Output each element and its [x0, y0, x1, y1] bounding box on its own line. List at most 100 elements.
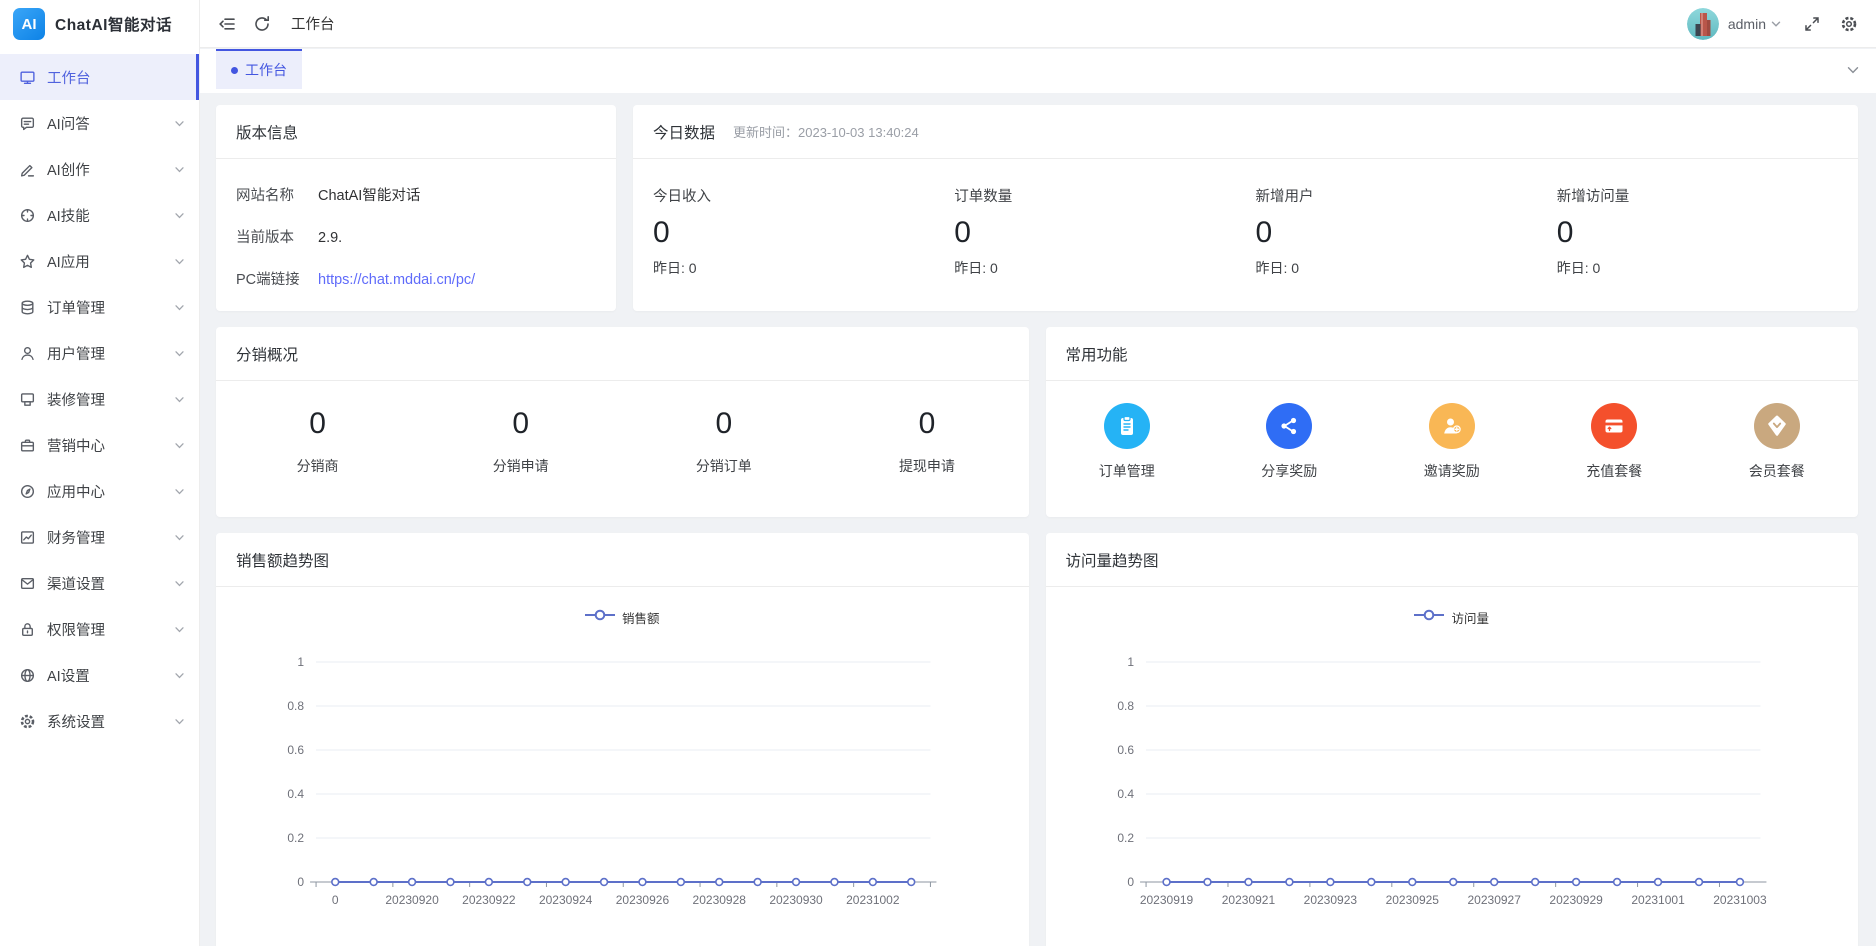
version-rows: 网站名称 ChatAI智能对话 当前版本 2.9. PC端链接 https://chat.…: [216, 159, 616, 290]
sidebar-item-system[interactable]: 系统设置: [0, 698, 199, 744]
function-item-label: 邀请奖励: [1423, 463, 1480, 479]
svg-text:0: 0: [332, 893, 339, 907]
tab-workbench[interactable]: 工作台: [216, 49, 302, 89]
user-icon: [19, 345, 36, 362]
chevron-down-icon: [174, 302, 185, 313]
mail-icon: [19, 575, 36, 592]
sidebar-item-marketing[interactable]: 营销中心: [0, 422, 199, 468]
stat-label: 订单数量: [954, 189, 1013, 205]
sidebar-item-users[interactable]: 用户管理: [0, 330, 199, 376]
globe-icon: [19, 667, 36, 684]
stat-label: 分销订单: [695, 458, 752, 474]
sidebar-item-label: AI创作: [47, 162, 90, 179]
pc-link[interactable]: https://chat.mddai.cn/pc/: [318, 270, 475, 290]
function-item-label: 充值套餐: [1586, 463, 1643, 479]
svg-text:20231002: 20231002: [846, 893, 900, 907]
svg-text:20230927: 20230927: [1467, 893, 1521, 907]
user-plus-icon: [1428, 403, 1475, 449]
stat-value: 0: [309, 407, 326, 440]
functions-card-title: 常用功能: [1045, 327, 1858, 381]
function-item-label: 订单管理: [1098, 463, 1155, 479]
visits-legend[interactable]: 访问量: [1046, 608, 1859, 626]
stat-value: 0: [918, 407, 936, 440]
svg-text:20231001: 20231001: [1631, 893, 1685, 907]
svg-text:20230930: 20230930: [769, 893, 823, 907]
function-item-share-reward[interactable]: 分享奖励: [1208, 403, 1371, 481]
function-items: 订单管理 分享奖励 邀请奖励 充值套餐 会员套餐: [1046, 381, 1859, 481]
function-item-member-plan[interactable]: 会员套餐: [1696, 403, 1859, 481]
sidebar-item-workbench[interactable]: 工作台: [0, 54, 199, 100]
user-menu[interactable]: admin: [1728, 16, 1781, 32]
sidebar-item-label: 营销中心: [47, 438, 105, 455]
sidebar-item-ai-qa[interactable]: AI问答: [0, 100, 199, 146]
chevron-down-icon: [174, 394, 185, 405]
stat-yesterday: 昨日: 0: [954, 260, 998, 276]
sidebar-item-ai-setting[interactable]: AI设置: [0, 652, 199, 698]
sidebar-item-finance[interactable]: 财务管理: [0, 514, 199, 560]
distribution-card: 分销概况 0 分销商 0 分销申请 0 分销订单 0 提现申请: [216, 327, 1029, 517]
main-content: 版本信息 网站名称 ChatAI智能对话 当前版本 2.9. PC端链接 https://…: [200, 93, 1876, 946]
sidebar-item-permission[interactable]: 权限管理: [0, 606, 199, 652]
gear-icon[interactable]: [1840, 15, 1858, 33]
chart-icon: [19, 529, 36, 546]
gem-icon: [1753, 403, 1800, 449]
today-stat: 今日收入 0 昨日: 0: [653, 185, 954, 278]
refresh-icon[interactable]: [253, 15, 271, 33]
visits-line-chart: 0 0.2 0.4 0.6 0.8 1 20230919 20230921 20230923 20…: [1046, 629, 1859, 946]
sidebar-item-ai-skill[interactable]: AI技能: [0, 192, 199, 238]
visits-chart-title: 访问量趋势图: [1045, 533, 1858, 587]
tabbar-chevron-down-icon[interactable]: [1846, 63, 1860, 77]
stat-label: 分销申请: [492, 458, 549, 474]
svg-text:20230919: 20230919: [1139, 893, 1193, 907]
version-row: 网站名称 ChatAI智能对话: [236, 186, 596, 206]
sidebar-item-app-center[interactable]: 应用中心: [0, 468, 199, 514]
sidebar-item-label: AI技能: [47, 208, 90, 225]
fold-icon[interactable]: [218, 15, 236, 33]
database-icon: [19, 299, 36, 316]
distribution-stats: 0 分销商 0 分销申请 0 分销订单 0 提现申请: [216, 381, 1029, 476]
function-item-order-manage[interactable]: 订单管理: [1046, 403, 1209, 481]
sidebar-item-ai-create[interactable]: AI创作: [0, 146, 199, 192]
tab-label: 工作台: [245, 62, 287, 78]
chevron-down-icon: [174, 256, 185, 267]
clipboard-icon: [1103, 403, 1150, 449]
stat-value: 0: [954, 216, 971, 249]
avatar[interactable]: [1686, 7, 1719, 40]
chevron-down-icon: [174, 348, 185, 359]
chevron-down-icon: [174, 486, 185, 497]
app-logo-row[interactable]: AI ChatAI智能对话: [0, 0, 199, 48]
version-row-value: ChatAI智能对话: [318, 188, 421, 204]
sidebar-item-decoration[interactable]: 装修管理: [0, 376, 199, 422]
chevron-down-icon: [174, 164, 185, 175]
svg-text:1: 1: [297, 655, 304, 669]
credit-card-icon: [1591, 403, 1638, 449]
gear-icon: [19, 713, 36, 730]
line-legend-marker: [1414, 608, 1445, 626]
function-item-invite-reward[interactable]: 邀请奖励: [1371, 403, 1534, 481]
sidebar-item-ai-app[interactable]: AI应用: [0, 238, 199, 284]
topbar: 工作台 admin: [200, 0, 1876, 48]
version-row-label: PC端链接: [236, 272, 300, 288]
crosshair-icon: [19, 207, 36, 224]
stat-value: 0: [715, 407, 733, 440]
chevron-down-icon: [1771, 19, 1781, 29]
username-label: admin: [1727, 15, 1766, 32]
svg-text:0.8: 0.8: [1117, 699, 1134, 713]
sidebar: AI ChatAI智能对话 工作台 AI问答 AI创作 AI技能 AI应用 订单管理 用户管…: [0, 0, 200, 946]
stat-label: 新增访问量: [1556, 189, 1630, 205]
function-item-recharge-plan[interactable]: 充值套餐: [1533, 403, 1696, 481]
svg-text:0.4: 0.4: [1117, 787, 1134, 801]
app-title: ChatAI智能对话: [55, 17, 172, 34]
sales-trend-card: 销售额趋势图 销售额 0 0.2 0.4 0.6 0.8 1 0 20230920 202309…: [216, 533, 1029, 946]
sidebar-item-orders[interactable]: 订单管理: [0, 284, 199, 330]
briefcase-icon: [19, 437, 36, 454]
stat-value: 0: [1556, 216, 1574, 249]
fullscreen-icon[interactable]: [1803, 15, 1821, 33]
svg-text:0.8: 0.8: [287, 699, 304, 713]
sales-legend[interactable]: 销售额: [216, 608, 1029, 626]
svg-text:20230929: 20230929: [1549, 893, 1603, 907]
svg-text:20231003: 20231003: [1713, 893, 1767, 907]
today-stat: 新增访问量 0 昨日: 0: [1557, 185, 1858, 278]
sidebar-item-channel[interactable]: 渠道设置: [0, 560, 199, 606]
line-legend-marker: [584, 608, 615, 626]
